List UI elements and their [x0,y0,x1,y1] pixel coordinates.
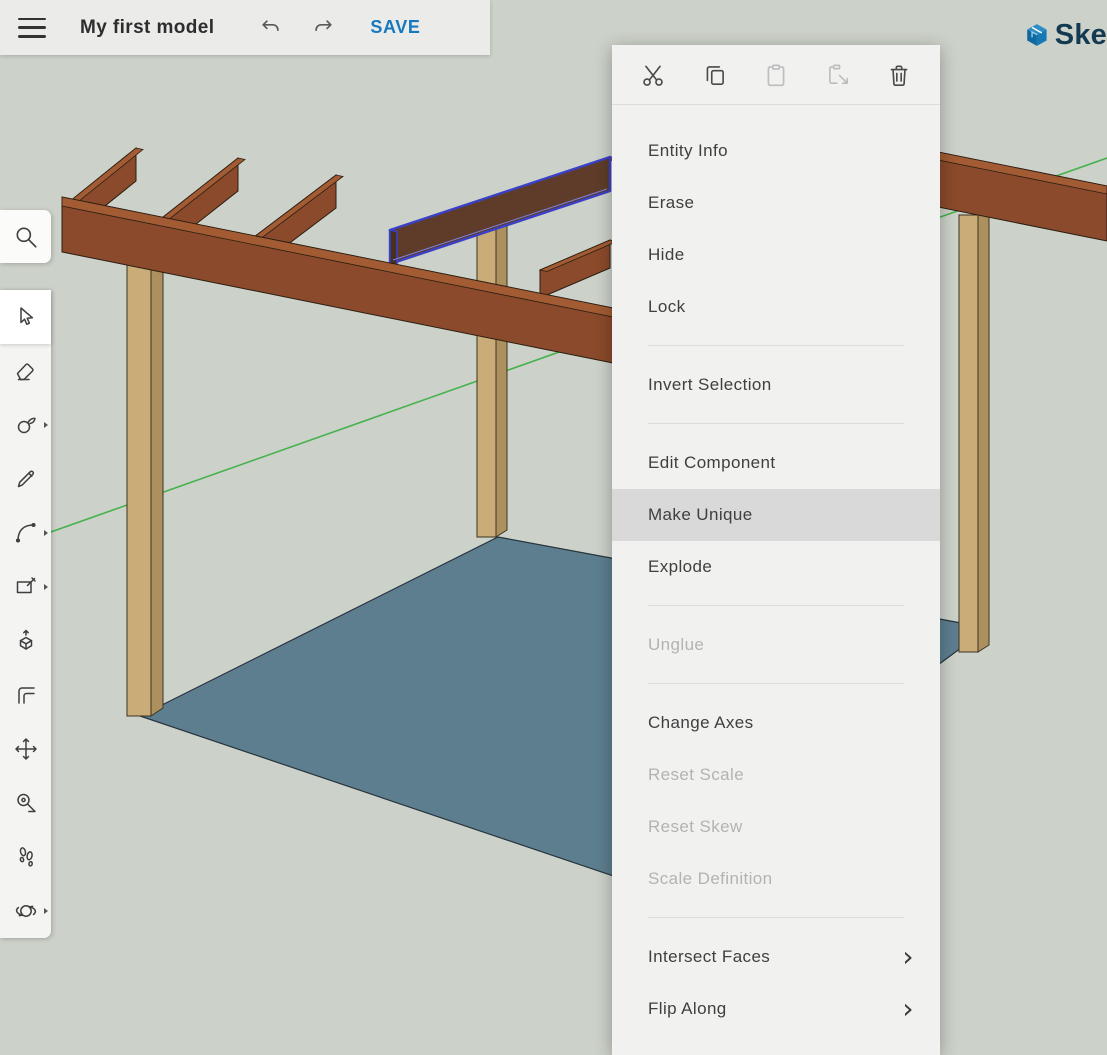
offset-icon [14,683,38,707]
copy-icon [702,62,728,88]
trash-icon [886,62,912,88]
menu-item-reset-skew: Reset Skew [612,801,940,853]
tool-select[interactable] [0,290,51,344]
menu-item-label: Reset Skew [648,817,743,837]
tool-orbit[interactable] [0,884,51,938]
menu-item-explode[interactable]: Explode [612,541,940,593]
menu-hamburger-button[interactable] [18,18,46,38]
search-icon [13,224,39,250]
logo-text: Ske [1055,19,1107,52]
menu-item-label: Change Axes [648,713,754,733]
walk-icon [14,845,38,869]
menu-item-hide[interactable]: Hide [612,229,940,281]
tool-push-pull[interactable] [0,614,51,668]
move-icon [14,737,38,761]
context-menu-list: Entity Info Erase Hide Lock Invert Selec… [612,105,940,1035]
flyout-arrow-icon [44,584,48,590]
menu-item-erase[interactable]: Erase [612,177,940,229]
tool-move[interactable] [0,722,51,776]
menu-item-label: Make Unique [648,505,753,525]
menu-item-reset-scale: Reset Scale [612,749,940,801]
menu-divider [648,683,904,684]
redo-button[interactable] [308,13,338,43]
pencil-icon [14,467,38,491]
left-post[interactable] [127,252,163,716]
paste-in-place-button [823,60,853,90]
push-pull-icon [14,629,38,653]
tool-walk[interactable] [0,830,51,884]
menu-item-label: Intersect Faces [648,947,770,967]
flyout-arrow-icon [44,530,48,536]
menu-item-label: Reset Scale [648,765,744,785]
model-title: My first model [80,17,214,39]
menu-item-invert-selection[interactable]: Invert Selection [612,359,940,411]
menu-item-change-axes[interactable]: Change Axes [612,697,940,749]
menu-divider [648,345,904,346]
menu-item-intersect-faces[interactable]: Intersect Faces› [612,931,940,983]
menu-item-label: Erase [648,193,694,213]
tool-line[interactable] [0,452,51,506]
menu-item-label: Flip Along [648,999,727,1019]
tool-palette [0,290,51,938]
joist[interactable] [540,240,617,298]
paste-button [761,60,791,90]
tool-paint[interactable] [0,398,51,452]
cut-button[interactable] [638,60,668,90]
flyout-arrow-icon [44,422,48,428]
menu-item-label: Lock [648,297,686,317]
scissors-icon [640,62,666,88]
tool-arc[interactable] [0,506,51,560]
menu-item-label: Explode [648,557,712,577]
menu-item-edit-component[interactable]: Edit Component [612,437,940,489]
tool-eraser[interactable] [0,344,51,398]
menu-item-label: Entity Info [648,141,728,161]
context-menu-icon-row [612,45,940,105]
menu-item-label: Scale Definition [648,869,773,889]
paste-in-place-icon [825,62,851,88]
flyout-arrow-icon [44,908,48,914]
undo-button[interactable] [256,13,286,43]
menu-item-label: Unglue [648,635,704,655]
menu-item-entity-info[interactable]: Entity Info [612,125,940,177]
menu-item-flip-along[interactable]: Flip Along› [612,983,940,1035]
context-menu: Entity Info Erase Hide Lock Invert Selec… [612,45,940,1055]
right-post[interactable] [959,211,989,652]
menu-item-scale-definition: Scale Definition [612,853,940,905]
orbit-icon [14,899,38,923]
copy-button[interactable] [700,60,730,90]
sketchup-logo[interactable]: Ske [1026,14,1107,56]
back-post[interactable] [477,224,507,537]
tool-offset[interactable] [0,668,51,722]
model-canvas[interactable] [0,0,1107,1055]
menu-divider [648,917,904,918]
sketchup-web-app: My first model SAVE Ske [0,0,1107,1055]
save-button[interactable]: SAVE [370,17,420,38]
delete-button[interactable] [884,60,914,90]
menu-divider [648,423,904,424]
menu-item-label: Edit Component [648,453,776,473]
menu-item-lock[interactable]: Lock [612,281,940,333]
menu-item-label: Hide [648,245,685,265]
tool-tape-measure[interactable] [0,776,51,830]
paint-icon [14,413,38,437]
tool-rectangle[interactable] [0,560,51,614]
paste-icon [763,62,789,88]
menu-divider [648,605,904,606]
select-arrow-icon [14,305,38,329]
menu-item-unglue: Unglue [612,619,940,671]
arc-icon [14,521,38,545]
menu-item-label: Invert Selection [648,375,772,395]
menu-item-make-unique[interactable]: Make Unique [612,489,940,541]
tape-measure-icon [14,791,38,815]
sketchup-logo-icon [1026,15,1048,55]
search-tool-button[interactable] [0,210,51,263]
rectangle-icon [14,575,38,599]
header-bar: My first model SAVE [0,0,490,55]
eraser-icon [14,359,38,383]
